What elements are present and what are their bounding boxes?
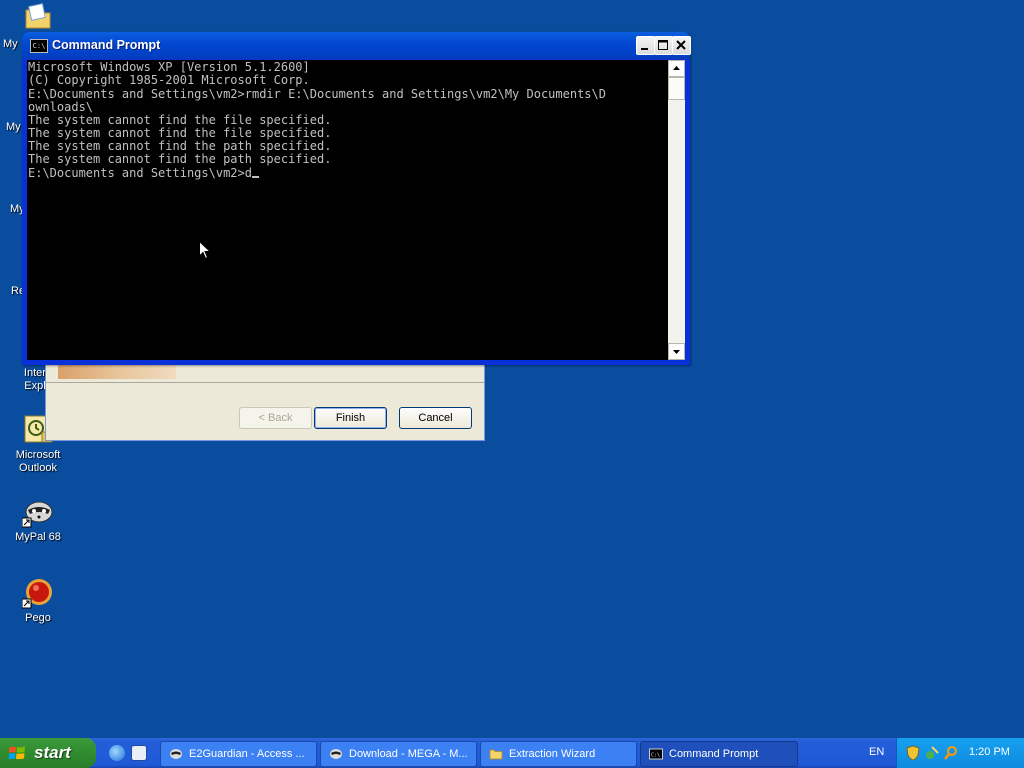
- network-icon[interactable]: [924, 745, 940, 761]
- cmd-app-icon[interactable]: C:\: [30, 39, 48, 53]
- finish-button[interactable]: Finish: [314, 407, 387, 429]
- desktop-label-my-computer[interactable]: My: [6, 121, 21, 133]
- cancel-button[interactable]: Cancel: [399, 407, 472, 429]
- wizard-banner-image: [58, 365, 176, 379]
- console-line: ownloads\: [28, 100, 94, 114]
- my-documents-icon[interactable]: [24, 2, 52, 30]
- scroll-up-button[interactable]: [668, 60, 685, 77]
- arrow-up-icon: [673, 66, 680, 70]
- command-prompt-icon: C:\: [649, 748, 663, 760]
- extraction-wizard-window: < Back Finish Cancel: [45, 355, 485, 441]
- cmd-titlebar[interactable]: C:\ Command Prompt: [22, 32, 691, 59]
- minimize-button[interactable]: [636, 36, 655, 55]
- system-tray: 1:20 PM: [896, 738, 1024, 768]
- text-cursor: [251, 176, 259, 178]
- mypal-raccoon-icon: [330, 749, 342, 759]
- close-button[interactable]: [672, 36, 691, 55]
- back-button[interactable]: < Back: [239, 407, 312, 429]
- desktop-icon-label: Pego: [25, 612, 51, 624]
- taskbar-item-label: Command Prompt: [669, 748, 759, 760]
- desktop-icon-mypal[interactable]: MyPal 68: [3, 496, 73, 544]
- command-prompt-window: C:\ Command Prompt Microsoft Windows XP …: [22, 32, 691, 365]
- quicklaunch-show-desktop-icon[interactable]: [131, 745, 147, 761]
- quicklaunch-internet-explorer-icon[interactable]: [109, 745, 125, 761]
- clock[interactable]: 1:20 PM: [969, 746, 1010, 758]
- vertical-scrollbar[interactable]: [668, 60, 685, 360]
- console-line: (C) Copyright 1985-2001 Microsoft Corp.: [28, 73, 310, 87]
- taskbar-item-command-prompt[interactable]: C:\ Command Prompt: [640, 741, 798, 767]
- maximize-button[interactable]: [654, 36, 673, 55]
- desktop-icon-label: Microsoft: [15, 449, 61, 461]
- mypal-raccoon-icon: [170, 749, 182, 759]
- start-button[interactable]: start: [0, 738, 96, 768]
- security-shield-icon[interactable]: [906, 745, 920, 761]
- taskbar-item-download-mega[interactable]: Download - MEGA - M...: [320, 741, 477, 767]
- console-line: The system cannot find the file specifie…: [28, 113, 332, 127]
- wizard-divider: [46, 382, 484, 383]
- window-title: Command Prompt: [52, 38, 161, 52]
- pego-icon: [21, 577, 54, 609]
- windows-flag-icon: [8, 746, 25, 760]
- scroll-down-button[interactable]: [668, 343, 685, 360]
- taskbar-item-label: Download - MEGA - M...: [349, 748, 468, 760]
- console-line: The system cannot find the path specifie…: [28, 139, 332, 153]
- arrow-down-icon: [673, 350, 680, 354]
- taskbar-item-e2guardian[interactable]: E2Guardian - Access ...: [160, 741, 317, 767]
- language-indicator[interactable]: EN: [869, 746, 884, 758]
- desktop-icon-pego[interactable]: Pego: [3, 577, 73, 625]
- console-prompt-line[interactable]: E:\Documents and Settings\vm2>d: [27, 166, 668, 179]
- minimize-icon: [641, 48, 648, 50]
- console-line: Microsoft Windows XP [Version 5.1.2600]: [28, 60, 310, 74]
- console-line: The system cannot find the path specifie…: [28, 152, 332, 166]
- mypal-raccoon-icon: [21, 496, 54, 528]
- desktop-icon-label: Outlook: [19, 462, 57, 474]
- desktop-label-my-documents[interactable]: My: [3, 38, 18, 50]
- svg-text:C:\: C:\: [651, 753, 660, 759]
- console-line: The system cannot find the file specifie…: [28, 126, 332, 140]
- folder-icon: [489, 749, 503, 760]
- desktop-icon-label: MyPal 68: [15, 531, 61, 543]
- prompt-text: E:\Documents and Settings\vm2>d: [28, 166, 252, 180]
- taskbar-item-extraction-wizard[interactable]: Extraction Wizard: [480, 741, 637, 767]
- scroll-thumb[interactable]: [668, 77, 685, 100]
- magnifier-icon[interactable]: [943, 745, 959, 761]
- close-icon: [676, 40, 686, 50]
- maximize-icon: [658, 40, 668, 50]
- start-label: start: [34, 743, 71, 762]
- mouse-pointer-icon: [199, 240, 212, 260]
- console-line: E:\Documents and Settings\vm2>rmdir E:\D…: [28, 87, 606, 101]
- taskbar-item-label: E2Guardian - Access ...: [189, 748, 305, 760]
- taskbar: start E2Guardian - Access ... Download -…: [0, 738, 1024, 768]
- console-output[interactable]: Microsoft Windows XP [Version 5.1.2600] …: [27, 60, 668, 360]
- taskbar-item-label: Extraction Wizard: [509, 748, 596, 760]
